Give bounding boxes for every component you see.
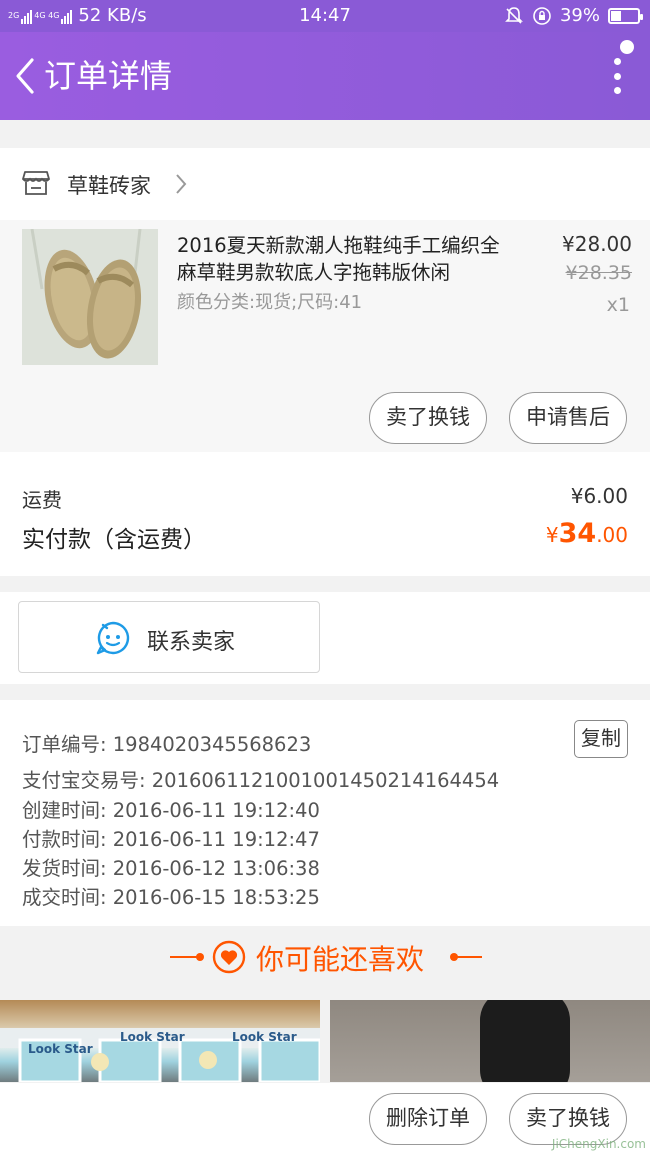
pants-leg-shape: [480, 1000, 570, 1082]
recommend-item-image[interactable]: Look Star Look Star Look Star: [0, 1000, 320, 1082]
more-options-icon[interactable]: [612, 58, 622, 94]
contact-seller-button[interactable]: 联系卖家: [18, 601, 320, 673]
shop-row[interactable]: 草鞋砖家: [0, 148, 650, 220]
battery-icon: [608, 7, 643, 24]
store-icon: [22, 171, 50, 195]
shop-sign-text: Look Star: [120, 1030, 185, 1044]
paid-amount: ¥34.00: [546, 518, 628, 549]
status-bar: 2G 4G 4G 52 KB/s 14:47 39%: [0, 0, 650, 32]
paid-decimal: .00: [596, 523, 628, 547]
order-number: 订单编号: 1984020345568623: [22, 733, 312, 756]
product-image[interactable]: [22, 229, 158, 365]
created-time: 创建时间: 2016-06-11 19:12:40: [22, 799, 320, 822]
product-price: ¥28.00: [562, 232, 632, 256]
straw-sandals-illustration: [22, 229, 158, 365]
app-header: 订单详情: [0, 32, 650, 120]
rotation-lock-icon: [533, 6, 551, 25]
chat-bubble-icon: [96, 621, 130, 655]
back-arrow-icon[interactable]: [10, 54, 40, 98]
product-title[interactable]: 2016夏天新款潮人拖鞋纯手工编织全麻草鞋男款软底人字拖韩版休闲: [177, 232, 517, 286]
status-right: 39%: [504, 5, 643, 26]
after-sale-button[interactable]: 申请售后: [509, 392, 627, 444]
mute-icon: [505, 6, 523, 24]
alipay-trade-number: 支付宝交易号: 2016061121001001450214164454: [22, 769, 500, 792]
product-quantity: x1: [606, 294, 630, 316]
paid-currency: ¥: [545, 523, 559, 547]
shipping-label: 运费: [22, 488, 62, 512]
shipped-time: 发货时间: 2016-06-12 13:06:38: [22, 857, 320, 880]
chevron-right-icon: [176, 174, 187, 194]
shop-sign-text: Look Star: [28, 1042, 93, 1056]
battery-fill: [611, 10, 622, 21]
order-info-section: 订单编号: 1984020345568623 复制 支付宝交易号: 201606…: [0, 700, 650, 926]
product-spec: 颜色分类:现货;尺码:41: [177, 292, 363, 313]
fees-section: 运费 ¥6.00 实付款（含运费） ¥34.00: [0, 452, 650, 576]
shop-name: 草鞋砖家: [67, 174, 151, 198]
sell-for-cash-button[interactable]: 卖了换钱: [369, 392, 487, 444]
battery-percent: 39%: [559, 5, 600, 26]
copy-button[interactable]: 复制: [574, 720, 628, 758]
shop-sign-text: Look Star: [232, 1030, 297, 1044]
shipping-value: ¥6.00: [570, 484, 628, 508]
paid-amount-label: 实付款（含运费）: [22, 527, 206, 553]
page-title: 订单详情: [44, 57, 173, 95]
recommend-header: 你可能还喜欢: [0, 926, 650, 996]
paid-integer: 34: [558, 518, 597, 549]
completed-time: 成交时间: 2016-06-15 18:53:25: [22, 886, 320, 909]
contact-section: 联系卖家: [0, 592, 650, 684]
bottom-action-bar: 删除订单 卖了换钱 JiChengXin.com: [0, 1083, 650, 1155]
recommend-title: 你可能还喜欢: [256, 943, 425, 976]
divider-dot: [196, 953, 204, 961]
notification-dot: [620, 40, 634, 54]
heart-icon: [212, 940, 246, 974]
paid-time: 付款时间: 2016-06-11 19:12:47: [22, 828, 320, 851]
recommend-item-image[interactable]: [330, 1000, 650, 1082]
product-original-price: ¥28.35: [565, 262, 632, 284]
watermark: JiChengXin.com: [551, 1137, 646, 1151]
delete-order-button[interactable]: 删除订单: [369, 1093, 487, 1145]
contact-seller-label: 联系卖家: [147, 630, 236, 655]
divider-line: [454, 956, 482, 958]
product-item[interactable]: 2016夏天新款潮人拖鞋纯手工编织全麻草鞋男款软底人字拖韩版休闲 颜色分类:现货…: [0, 220, 650, 452]
